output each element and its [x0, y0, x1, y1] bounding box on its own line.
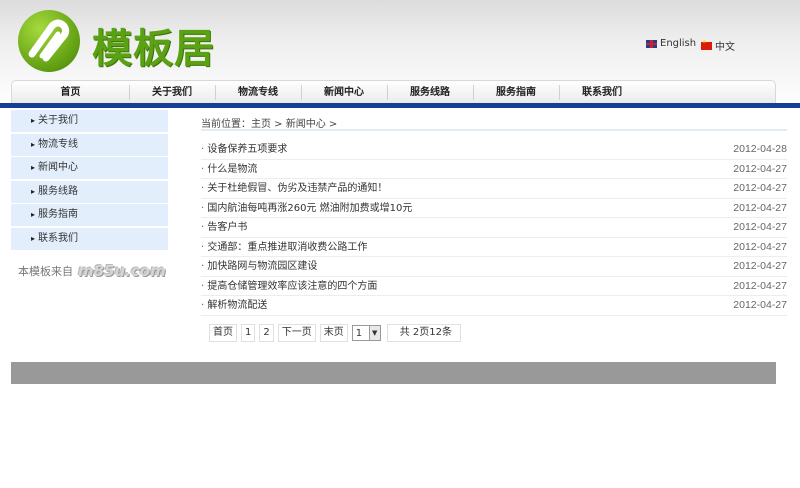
pager-page-2[interactable]: 2 — [259, 324, 274, 342]
news-date: 2012-04-27 — [733, 221, 787, 233]
news-title-link[interactable]: 提高仓储管理效率应该注意的四个方面 — [201, 277, 377, 296]
lang-chinese-label: 中文 — [715, 42, 735, 53]
sidebar-item-label: 联系我们 — [38, 232, 78, 244]
news-title-link[interactable]: 关于杜绝假冒、伪劣及违禁产品的通知！ — [201, 179, 387, 198]
sidebar-item-about[interactable]: 关于我们 — [11, 110, 168, 132]
news-date: 2012-04-27 — [733, 299, 787, 311]
nav-item-routes[interactable]: 服务线路 — [387, 81, 473, 104]
site-logo[interactable]: 模板居 — [18, 10, 248, 72]
news-title-link[interactable]: 交通部：重点推进取消收费公路工作 — [201, 238, 367, 257]
news-date: 2012-04-27 — [733, 162, 787, 175]
news-title-link[interactable]: 解析物流配送 — [201, 296, 267, 315]
sidebar-item-label: 服务指南 — [38, 209, 78, 220]
template-credit[interactable]: 本模板来自 m85u.com — [18, 262, 166, 280]
breadcrumb-divider — [201, 129, 787, 131]
breadcrumb: 当前位置：主页 > 新闻中心 > — [201, 119, 338, 130]
news-row: 加快路网与物流园区建设 2012-04-27 — [201, 257, 787, 277]
news-row: 什么是物流 2012-04-27 — [201, 160, 787, 179]
nav-underline-bar — [0, 103, 800, 108]
news-title-link[interactable]: 国内航油每吨再涨260元 燃油附加费或增10元 — [201, 199, 412, 218]
lang-chinese-link[interactable]: 中文 — [701, 38, 735, 53]
pager-total: 共 2页12条 — [386, 324, 462, 342]
pager-page-1[interactable]: 1 — [241, 324, 256, 342]
sidebar-item-label: 物流专线 — [38, 138, 78, 150]
lang-english-label: English — [660, 38, 697, 49]
pager-last-button[interactable]: 末页 — [319, 324, 348, 342]
nav-item-contact[interactable]: 联系我们 — [559, 81, 645, 104]
credit-logo: m85u.com — [78, 262, 166, 280]
sidebar-item-contact[interactable]: 联系我们 — [11, 227, 168, 250]
pagination: 首页 1 2 下一页 末页 1 ▼ 共 2页12条 — [209, 324, 462, 342]
logo-text: 模板居 — [92, 26, 215, 72]
logo-mark-icon — [18, 10, 80, 72]
sidebar-item-label: 服务线路 — [38, 185, 78, 197]
news-date: 2012-04-27 — [733, 240, 787, 253]
sidebar-item-news[interactable]: 新闻中心 — [11, 157, 168, 179]
news-title-link[interactable]: 加快路网与物流园区建设 — [201, 257, 317, 276]
news-row: 国内航油每吨再涨260元 燃油附加费或增10元 2012-04-27 — [201, 199, 787, 218]
news-row: 设备保养五项要求 2012-04-28 — [201, 140, 787, 160]
dropdown-arrow-icon: ▼ — [368, 326, 380, 340]
lang-english-link[interactable]: English — [646, 38, 696, 49]
news-date: 2012-04-27 — [733, 279, 787, 292]
main-nav: 首页 关于我们 物流专线 新闻中心 服务线路 服务指南 联系我们 — [11, 80, 776, 104]
pager-page-select[interactable]: 1 ▼ — [351, 325, 381, 341]
pager-first-button[interactable]: 首页 — [209, 324, 237, 342]
news-date: 2012-04-27 — [733, 260, 787, 272]
nav-item-about[interactable]: 关于我们 — [129, 81, 215, 104]
sidebar-item-label: 关于我们 — [38, 115, 78, 126]
credit-text: 本模板来自 — [18, 265, 73, 278]
china-flag-icon — [701, 39, 712, 50]
sidebar-item-routes[interactable]: 服务线路 — [11, 180, 168, 203]
news-row: 解析物流配送 2012-04-27 — [201, 296, 787, 316]
news-date: 2012-04-27 — [733, 201, 787, 214]
uk-flag-icon — [646, 39, 657, 48]
news-title-link[interactable]: 设备保养五项要求 — [201, 140, 287, 159]
news-title-link[interactable]: 什么是物流 — [201, 160, 257, 179]
sidebar-item-guide[interactable]: 服务指南 — [11, 204, 168, 226]
news-date: 2012-04-27 — [733, 182, 787, 194]
sidebar-item-label: 新闻中心 — [38, 162, 78, 173]
pager-next-button[interactable]: 下一页 — [277, 324, 316, 342]
sidebar-item-logistics[interactable]: 物流专线 — [11, 133, 168, 156]
pager-select-value: 1 — [355, 327, 363, 339]
nav-item-news[interactable]: 新闻中心 — [301, 81, 387, 104]
news-title-link[interactable]: 告客户书 — [201, 218, 247, 237]
nav-item-logistics[interactable]: 物流专线 — [215, 81, 301, 104]
news-list: 设备保养五项要求 2012-04-28 什么是物流 2012-04-27 关于杜绝假… — [201, 140, 787, 316]
news-row: 交通部：重点推进取消收费公路工作 2012-04-27 — [201, 238, 787, 257]
news-row: 告客户书 2012-04-27 — [201, 218, 787, 238]
news-date: 2012-04-28 — [733, 143, 787, 155]
news-row: 关于杜绝假冒、伪劣及违禁产品的通知！ 2012-04-27 — [201, 179, 787, 199]
sidebar: 关于我们 物流专线 新闻中心 服务线路 服务指南 联系我们 — [11, 110, 168, 251]
nav-item-home[interactable]: 首页 — [12, 81, 129, 104]
news-row: 提高仓储管理效率应该注意的四个方面 2012-04-27 — [201, 277, 787, 296]
footer-bar — [11, 362, 776, 384]
nav-item-guide[interactable]: 服务指南 — [473, 81, 559, 104]
